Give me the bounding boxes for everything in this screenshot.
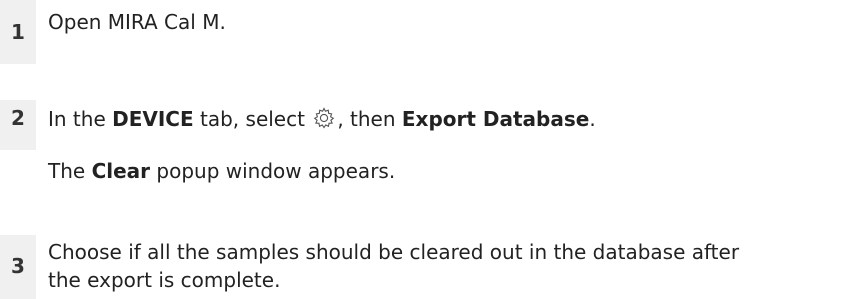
device-tab-label: DEVICE (112, 107, 194, 131)
export-database-label: Export Database (401, 107, 590, 131)
clear-popup-label: Clear (91, 159, 151, 183)
step-number: 3 (11, 254, 25, 278)
step-text-line-2: the export is complete. (48, 268, 281, 292)
step-number: 1 (11, 20, 25, 44)
step-text: Open MIRA Cal M. (48, 10, 226, 34)
gear-icon (314, 107, 335, 129)
step-result: The Clear popup window appears. (48, 159, 396, 183)
step-text-line-1: Choose if all the samples should be clea… (48, 240, 740, 264)
step-number: 2 (11, 106, 25, 130)
step-instruction: In the DEVICE tab, select , then Export … (48, 107, 596, 131)
